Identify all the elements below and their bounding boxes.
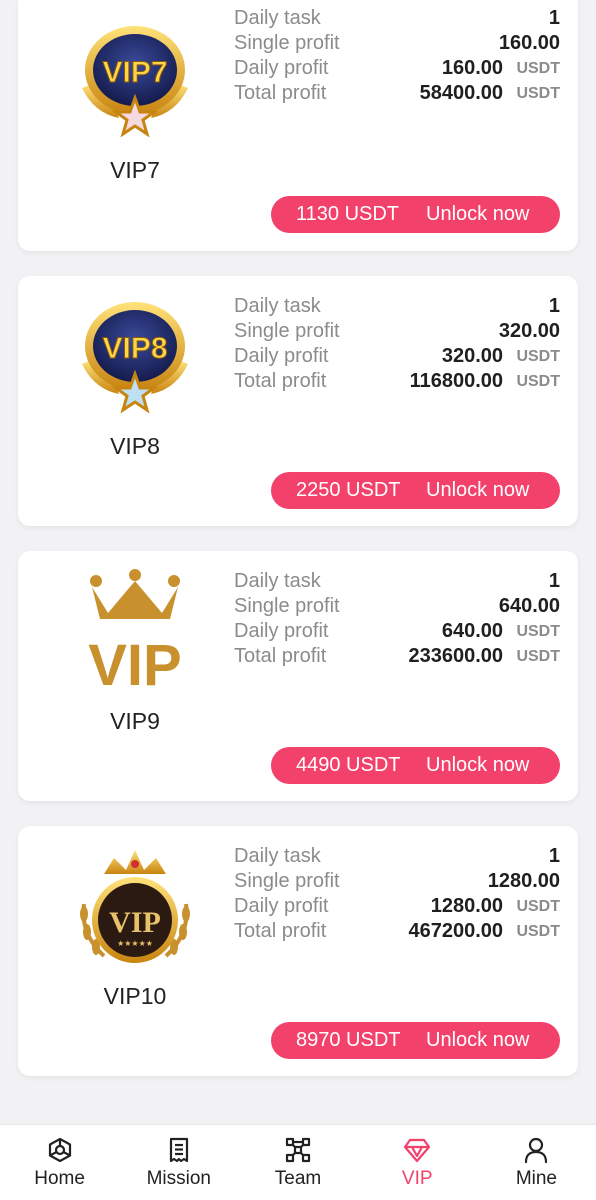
unlock-price: 4490 USDT	[296, 754, 401, 776]
tab-mine[interactable]: Mine	[477, 1125, 596, 1200]
tab-team-label: Team	[274, 1168, 322, 1189]
user-icon	[520, 1134, 552, 1166]
unlock-now-button[interactable]: 1130 USDT Unlock now	[271, 196, 560, 233]
unlock-price: 8970 USDT	[296, 1029, 401, 1051]
stat-daily-profit: Daily profit 160.00 USDT	[234, 57, 560, 79]
vip-level-label: VIP10	[103, 983, 167, 1009]
unlock-now-button[interactable]: 2250 USDT Unlock now	[271, 472, 560, 509]
stat-total-profit: Total profit 116800.00 USDT	[234, 370, 560, 392]
unlock-price: 1130 USDT	[296, 203, 400, 225]
vip-stats: Daily task 1 Single profit 320.00 Daily pr…	[234, 294, 560, 394]
unlock-label: Unlock now	[426, 754, 530, 776]
diamond-icon	[401, 1134, 433, 1166]
vip10-badge-text: VIP	[109, 906, 161, 939]
stat-single-profit: Single profit 160.00	[234, 32, 560, 54]
stat-daily-task: Daily task 1	[234, 7, 560, 29]
svg-text:★★★★★: ★★★★★	[117, 939, 153, 948]
stat-single-profit: Single profit 320.00	[234, 320, 560, 342]
stat-daily-task: Daily task 1	[234, 295, 560, 317]
tab-vip[interactable]: VIP	[358, 1125, 477, 1200]
vip-level-label: VIP8	[110, 433, 160, 459]
home-icon	[44, 1134, 76, 1166]
stat-daily-profit: Daily profit 640.00 USDT	[234, 620, 560, 642]
receipt-icon	[163, 1134, 195, 1166]
vip-card-7: VIP7 VIP7 Daily task 1 Single profit 160.0…	[18, 0, 578, 251]
tab-team[interactable]: Team	[238, 1125, 357, 1200]
vip-stats: Daily task 1 Single profit 160.00 Daily pr…	[234, 6, 560, 106]
vip8-badge-icon: VIP8	[74, 294, 196, 416]
vip-card-9: VIP VIP9 Daily task 1 Single profit 640.00…	[18, 551, 578, 801]
vip-level-list: VIP7 VIP7 Daily task 1 Single profit 160.0…	[0, 0, 596, 1124]
stat-daily-profit: Daily profit 1280.00 USDT	[234, 895, 560, 917]
vip9-badge-text: VIP	[88, 633, 182, 691]
network-icon	[282, 1134, 314, 1166]
stat-single-profit: Single profit 1280.00	[234, 870, 560, 892]
vip7-badge-text: VIP7	[102, 56, 167, 89]
vip-level-label: VIP7	[110, 157, 160, 183]
unlock-label: Unlock now	[426, 1029, 530, 1051]
vip-stats: Daily task 1 Single profit 640.00 Daily pr…	[234, 569, 560, 669]
unlock-label: Unlock now	[426, 479, 530, 501]
vip-stats: Daily task 1 Single profit 1280.00 Daily p…	[234, 844, 560, 944]
stat-total-profit: Total profit 58400.00 USDT	[234, 82, 560, 104]
tab-home[interactable]: Home	[0, 1125, 119, 1200]
unlock-price: 2250 USDT	[296, 479, 401, 501]
vip-card-8: VIP8 VIP8 Daily task 1 Single profit 320.0…	[18, 276, 578, 526]
vip8-badge-text: VIP8	[102, 332, 167, 365]
vip10-crown-laurel-badge-icon: VIP ★★★★★	[74, 844, 196, 966]
unlock-now-button[interactable]: 4490 USDT Unlock now	[271, 747, 560, 784]
tab-vip-label: VIP	[401, 1168, 433, 1189]
stat-daily-profit: Daily profit 320.00 USDT	[234, 345, 560, 367]
stat-total-profit: Total profit 233600.00 USDT	[234, 645, 560, 667]
tab-mission-label: Mission	[146, 1168, 211, 1189]
bottom-tab-bar: Home Mission Team VIP Mine	[0, 1124, 596, 1200]
vip-card-10: VIP ★★★★★ VIP10 Daily task 1 Single profi…	[18, 826, 578, 1076]
stat-daily-task: Daily task 1	[234, 570, 560, 592]
unlock-now-button[interactable]: 8970 USDT Unlock now	[271, 1022, 560, 1059]
vip9-crown-badge-icon: VIP	[74, 569, 196, 691]
vip-level-label: VIP9	[110, 708, 160, 734]
tab-mine-label: Mine	[515, 1168, 557, 1189]
stat-single-profit: Single profit 640.00	[234, 595, 560, 617]
tab-mission[interactable]: Mission	[119, 1125, 238, 1200]
tab-home-label: Home	[34, 1168, 85, 1189]
unlock-label: Unlock now	[426, 203, 530, 225]
vip7-badge-icon: VIP7	[74, 18, 196, 140]
stat-total-profit: Total profit 467200.00 USDT	[234, 920, 560, 942]
stat-daily-task: Daily task 1	[234, 845, 560, 867]
